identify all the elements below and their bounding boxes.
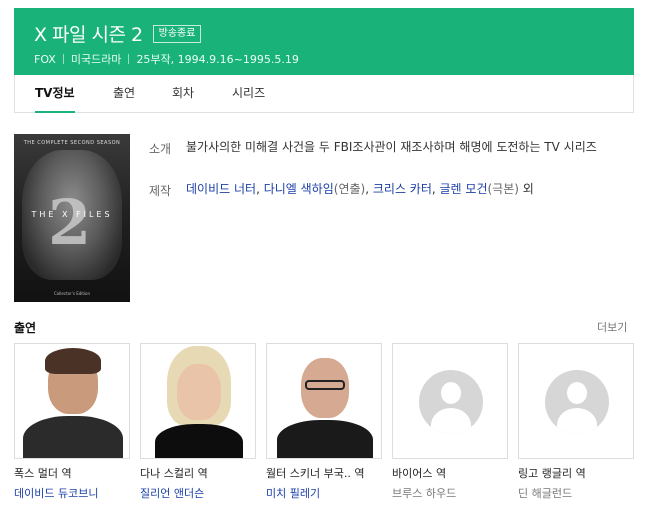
cast-actor-link[interactable]: 미치 필레기	[266, 485, 382, 501]
meta-genre: 미국드라마	[70, 53, 122, 66]
poster-top-text: THE COMPLETE SECOND SEASON	[23, 140, 121, 146]
staff-role: (연출)	[333, 182, 366, 196]
poster-image[interactable]: THE COMPLETE SECOND SEASON 2 THE X FILES…	[14, 134, 130, 302]
tab-episodes[interactable]: 회차	[172, 75, 194, 112]
cast-section-title: 출연	[14, 321, 37, 335]
cast-photo[interactable]	[14, 343, 130, 459]
program-meta: FOX 미국드라마 25부작, 1994.9.16~1995.5.19	[34, 51, 299, 67]
more-link[interactable]: 더보기	[597, 319, 627, 335]
cast-photo[interactable]	[140, 343, 256, 459]
cast-card[interactable]: 월터 스키너 부국.. 역 미치 필레기	[266, 343, 382, 501]
cast-actor: 딘 해글런드	[518, 487, 573, 500]
cast-photo-placeholder[interactable]	[392, 343, 508, 459]
cast-role: 다나 스컬리 역	[140, 467, 208, 480]
poster-number: 2	[48, 186, 92, 259]
poster-logo: THE X FILES	[31, 210, 113, 219]
meta-network: FOX	[34, 52, 56, 66]
meta-divider	[128, 54, 130, 64]
cast-role: 바이어스 역	[392, 467, 447, 480]
meta-divider	[62, 54, 64, 64]
tab-series[interactable]: 시리즈	[232, 75, 265, 112]
tab-tv-info[interactable]: TV정보	[35, 75, 75, 113]
title-row: X 파일 시즌 2 방송종료	[34, 20, 202, 47]
intro-text: 불가사의한 미해결 사건을 두 FBI조사관이 재조사하며 해명에 도전하는 T…	[186, 140, 597, 154]
person-placeholder-icon	[545, 370, 609, 434]
cast-role: 링고 랭글리 역	[518, 467, 586, 480]
cast-role: 폭스 멀더 역	[14, 467, 72, 480]
cast-actor-link[interactable]: 질리언 앤더슨	[140, 485, 256, 501]
staff-link[interactable]: 크리스 카터	[373, 182, 432, 196]
cast-actor-link[interactable]: 데이비드 듀코브니	[14, 485, 130, 501]
staff-link[interactable]: 글렌 모건	[440, 182, 488, 196]
program-title[interactable]: X 파일 시즌 2	[34, 20, 143, 47]
cast-card[interactable]: 바이어스 역 브루스 하우드	[392, 343, 508, 501]
person-placeholder-icon	[419, 370, 483, 434]
poster-bottom-text: Collector's Edition	[53, 291, 91, 296]
staff-role: (극본)	[487, 182, 519, 196]
staff-list: 데이비드 너터, 다니엘 색하임(연출), 크리스 카터, 글렌 모건(극본) …	[186, 182, 534, 196]
status-badge: 방송종료	[152, 24, 202, 43]
meta-episodes-dates: 25부작, 1994.9.16~1995.5.19	[136, 53, 299, 66]
cast-role: 월터 스키너 부국.. 역	[266, 467, 365, 480]
staff-suffix: 외	[522, 182, 534, 196]
cast-photo[interactable]	[266, 343, 382, 459]
staff-label: 제작	[149, 184, 172, 198]
cast-card[interactable]: 다나 스컬리 역 질리언 앤더슨	[140, 343, 256, 501]
cast-card[interactable]: 링고 랭글리 역 딘 해글런드	[518, 343, 634, 501]
cast-photo-placeholder[interactable]	[518, 343, 634, 459]
cast-card[interactable]: 폭스 멀더 역 데이비드 듀코브니	[14, 343, 130, 501]
staff-link[interactable]: 다니엘 색하임	[264, 182, 334, 196]
intro-label: 소개	[149, 142, 172, 156]
tab-cast[interactable]: 출연	[113, 75, 135, 112]
cast-actor: 브루스 하우드	[392, 487, 457, 500]
tab-bar: TV정보 출연 회차 시리즈	[14, 75, 634, 113]
program-header: X 파일 시즌 2 방송종료 FOX 미국드라마 25부작, 1994.9.16…	[14, 8, 634, 75]
staff-link[interactable]: 데이비드 너터	[186, 182, 256, 196]
